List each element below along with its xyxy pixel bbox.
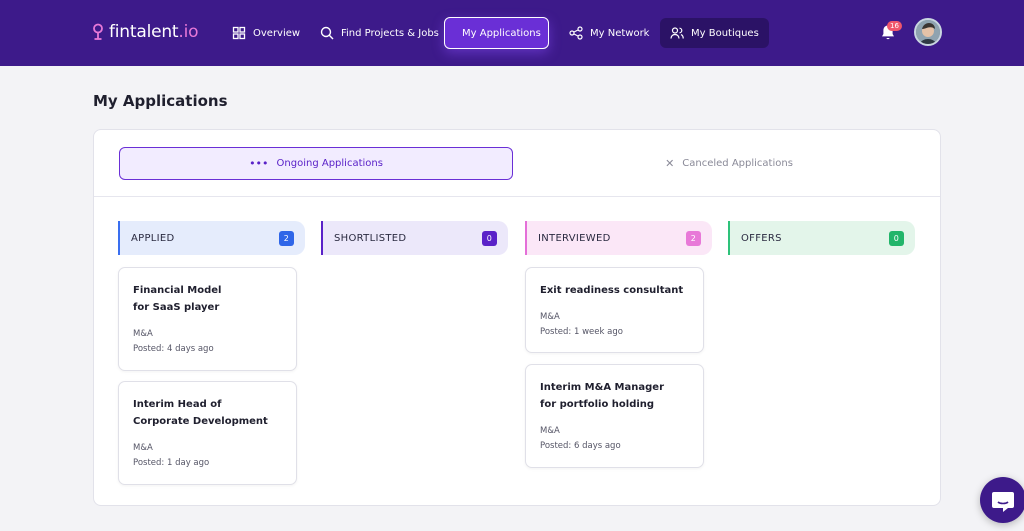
- column-title: INTERVIEWED: [538, 232, 611, 244]
- nav-my-network-label: My Network: [590, 27, 650, 39]
- brand-suffix: .io: [178, 22, 199, 42]
- column-header-interviewed: INTERVIEWED 2: [525, 221, 712, 255]
- search-icon: [320, 26, 334, 40]
- nav-my-network[interactable]: My Network: [559, 18, 659, 48]
- user-avatar[interactable]: [914, 18, 942, 46]
- brand-name: fintalent: [109, 22, 179, 42]
- tabs-divider: [94, 196, 940, 197]
- tab-ongoing-applications[interactable]: ••• Ongoing Applications: [119, 147, 513, 180]
- card-title: Interim Head of Corporate Development: [133, 399, 268, 427]
- tab-canceled-label: Canceled Applications: [682, 158, 793, 169]
- column-header-offers: OFFERS 0: [728, 221, 915, 255]
- applications-panel: ••• Ongoing Applications ✕ Canceled Appl…: [93, 129, 941, 506]
- card-posted: Posted: 4 days ago: [133, 344, 214, 354]
- page-title: My Applications: [93, 92, 228, 110]
- tab-ongoing-label: Ongoing Applications: [276, 158, 383, 169]
- card-posted: Posted: 6 days ago: [540, 441, 621, 451]
- column-interviewed: INTERVIEWED 2 Exit readiness consultant …: [525, 221, 712, 468]
- column-count: 2: [686, 230, 701, 246]
- application-card[interactable]: Interim Head of Corporate Development M&…: [118, 381, 297, 485]
- application-card[interactable]: Exit readiness consultant M&A Posted: 1 …: [525, 267, 704, 353]
- column-count: 0: [482, 230, 497, 246]
- column-applied: APPLIED 2 Financial Model for SaaS playe…: [118, 221, 305, 485]
- column-header-shortlisted: SHORTLISTED 0: [321, 221, 508, 255]
- column-count: 2: [279, 230, 294, 246]
- grid-icon: [232, 26, 246, 40]
- column-header-applied: APPLIED 2: [118, 221, 305, 255]
- card-posted: Posted: 1 day ago: [133, 458, 210, 468]
- card-title: Interim M&A Manager for portfolio holdin…: [540, 382, 664, 410]
- column-title: SHORTLISTED: [334, 232, 407, 244]
- application-card[interactable]: Interim M&A Manager for portfolio holdin…: [525, 364, 704, 468]
- card-title: Financial Model for SaaS player: [133, 285, 222, 313]
- nav-my-applications[interactable]: My Applications: [444, 17, 549, 49]
- nav-my-boutiques-label: My Boutiques: [691, 27, 759, 39]
- close-icon: ✕: [665, 157, 675, 170]
- nav-overview[interactable]: Overview: [222, 18, 310, 48]
- nav-find-projects-label: Find Projects & Jobs: [341, 27, 439, 39]
- card-category: M&A: [133, 443, 153, 453]
- column-shortlisted: SHORTLISTED 0: [321, 221, 508, 255]
- column-offers: OFFERS 0: [728, 221, 915, 255]
- chat-bubble-icon: [992, 492, 1014, 512]
- nav-my-applications-label: My Applications: [462, 27, 541, 39]
- column-title: OFFERS: [741, 232, 782, 244]
- tab-canceled-applications[interactable]: ✕ Canceled Applications: [534, 147, 924, 180]
- share-network-icon: [569, 26, 583, 40]
- card-category: M&A: [540, 312, 560, 322]
- nav-find-projects[interactable]: Find Projects & Jobs: [310, 18, 449, 48]
- nav-my-boutiques[interactable]: My Boutiques: [660, 18, 769, 48]
- chat-launcher-button[interactable]: [980, 477, 1024, 523]
- more-dots-icon: •••: [249, 157, 269, 170]
- users-icon: [670, 27, 684, 39]
- card-category: M&A: [133, 329, 153, 339]
- card-category: M&A: [540, 426, 560, 436]
- column-title: APPLIED: [131, 232, 175, 244]
- notification-badge: 16: [887, 21, 902, 31]
- location-pin-icon: [93, 23, 103, 40]
- card-posted: Posted: 1 week ago: [540, 327, 623, 337]
- brand-logo[interactable]: fintalent .io: [92, 20, 199, 44]
- application-card[interactable]: Financial Model for SaaS player M&A Post…: [118, 267, 297, 371]
- top-nav: fintalent .io Overview Find Projects & Jo…: [0, 0, 1024, 66]
- avatar-image: [916, 20, 940, 44]
- nav-overview-label: Overview: [253, 27, 301, 39]
- card-title: Exit readiness consultant: [540, 285, 684, 296]
- column-count: 0: [889, 230, 904, 246]
